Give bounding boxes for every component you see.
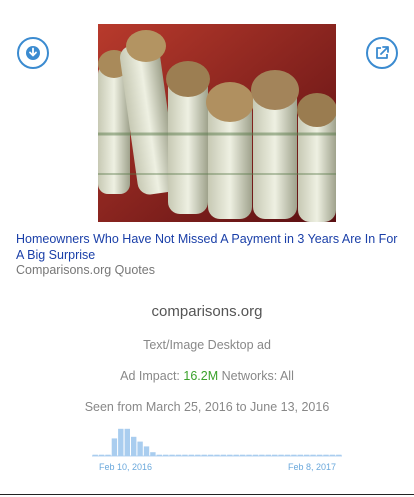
download-button[interactable]	[17, 37, 49, 69]
histogram-bar	[233, 454, 239, 456]
histogram-bar	[239, 454, 246, 456]
histogram-bar	[246, 454, 252, 456]
divider	[0, 494, 414, 495]
networks-label: Networks: All	[221, 369, 294, 383]
histogram-bar	[163, 454, 169, 456]
histogram-bar	[304, 454, 310, 456]
histogram-bar	[175, 454, 182, 456]
histogram-bar	[336, 454, 342, 456]
histogram-bar	[137, 441, 143, 456]
histogram-bar	[252, 454, 259, 456]
histogram-bar	[188, 454, 195, 456]
histogram-bar	[124, 428, 130, 456]
ad-impact: Ad Impact: 16.2M Networks: All	[0, 369, 414, 383]
histogram-bar	[156, 454, 162, 456]
histogram-bar	[323, 454, 329, 456]
ad-domain: comparisons.org	[151, 303, 263, 320]
histogram-bar	[182, 454, 188, 456]
histogram-bar	[118, 428, 124, 456]
histogram-bar	[195, 454, 201, 456]
download-circle-icon	[26, 46, 40, 60]
histogram-bar	[169, 454, 175, 456]
histogram-bar	[111, 438, 118, 456]
histogram-bar	[98, 454, 105, 456]
external-link-icon	[376, 46, 389, 59]
histogram-bar	[131, 436, 137, 456]
histogram-start-label: Feb 10, 2016	[99, 462, 153, 472]
histogram-bar	[297, 454, 303, 456]
histogram-bar	[316, 454, 323, 456]
histogram-bar	[92, 454, 98, 456]
ad-image[interactable]	[98, 24, 336, 222]
ad-type: Text/Image Desktop ad	[143, 338, 271, 352]
histogram-bar	[201, 454, 207, 456]
histogram-bar	[329, 454, 336, 456]
histogram-bar	[143, 446, 150, 456]
histogram-end-label: Feb 8, 2017	[288, 462, 337, 472]
histogram-bar	[207, 454, 214, 456]
histogram-bar	[272, 454, 278, 456]
seen-range: Seen from March 25, 2016 to June 13, 201…	[84, 400, 330, 414]
histogram-bar	[284, 454, 291, 456]
histogram-bar	[220, 454, 227, 456]
ad-title-link[interactable]: Homeowners Who Have Not Missed A Payment…	[16, 231, 406, 263]
histogram-bar	[291, 454, 297, 456]
impact-label: Ad Impact:	[120, 369, 180, 383]
money-rolls-image	[98, 24, 336, 222]
histogram-bar	[150, 452, 156, 456]
activity-histogram	[92, 428, 342, 457]
histogram-bar	[105, 454, 111, 456]
histogram-bar	[214, 454, 220, 456]
histogram-bar	[227, 454, 233, 456]
impact-value: 16.2M	[183, 369, 219, 383]
histogram-bar	[265, 454, 271, 456]
histogram-bar	[259, 454, 265, 456]
histogram-bar	[310, 454, 316, 456]
ad-source: Comparisons.org Quotes	[16, 263, 155, 277]
histogram-bar	[278, 454, 284, 456]
open-link-button[interactable]	[366, 37, 398, 69]
